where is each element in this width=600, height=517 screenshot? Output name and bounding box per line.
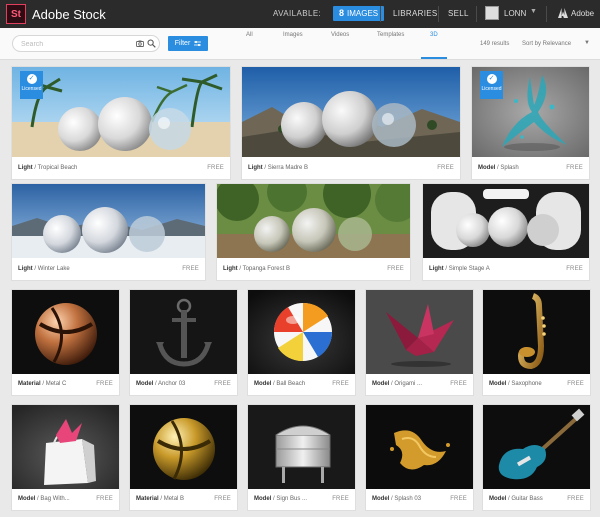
asset-thumbnail[interactable]	[12, 290, 119, 374]
asset-card-bag-with[interactable]: Model / Bag With... FREE	[12, 405, 119, 510]
available-label: AVAILABLE:	[273, 9, 322, 18]
asset-thumbnail[interactable]	[130, 290, 237, 374]
asset-caption: Light / Winter Lake FREE	[18, 266, 199, 272]
chevron-down-icon[interactable]: ▼	[530, 8, 537, 15]
sort-dropdown[interactable]: Sort by Relevance	[522, 41, 571, 47]
asset-thumbnail[interactable]	[248, 290, 355, 374]
asset-thumbnail[interactable]	[248, 405, 355, 489]
asset-thumbnail[interactable]	[483, 290, 590, 374]
tab-templates[interactable]: Templates	[377, 32, 404, 38]
asset-thumbnail[interactable]	[130, 405, 237, 489]
tab-images[interactable]: Images	[283, 32, 303, 38]
asset-caption: Material / Metal B FREE	[136, 496, 231, 502]
libraries-link[interactable]: LIBRARIES	[393, 9, 438, 18]
filter-button[interactable]: Filter	[168, 36, 208, 51]
search-input[interactable]	[21, 38, 131, 50]
brand-name[interactable]: Adobe Stock	[32, 7, 106, 22]
tab-videos[interactable]: Videos	[331, 32, 349, 38]
results-count: 149 results	[480, 41, 510, 47]
asset-caption: Model / Sign Bus ... FREE	[254, 496, 349, 502]
asset-caption: Model / Saxophone FREE	[489, 381, 584, 387]
asset-card-tropical-beach[interactable]: ✓ Licensed Light / Tropical Beach FREE	[12, 67, 230, 179]
asset-card-splash[interactable]: ✓ Licensed Model / Splash FREE	[472, 67, 589, 179]
tab-all[interactable]: All	[246, 32, 253, 38]
asset-card-simple-stage-a[interactable]: Light / Simple Stage A FREE	[423, 184, 589, 280]
nav-divider	[380, 6, 381, 22]
adobe-logo-icon[interactable]	[558, 8, 568, 18]
asset-thumbnail[interactable]	[423, 184, 589, 258]
asset-caption: Light / Tropical Beach FREE	[18, 165, 224, 171]
asset-caption: Model / Anchor 03 FREE	[136, 381, 231, 387]
filter-sliders-icon	[194, 40, 202, 47]
asset-thumbnail[interactable]	[12, 184, 205, 258]
asset-card-topanga-forest-b[interactable]: Light / Topanga Forest B FREE	[217, 184, 410, 280]
asset-caption: Model / Guitar Bass FREE	[489, 496, 584, 502]
asset-caption: Light / Sierra Madre B FREE	[248, 165, 454, 171]
search-box[interactable]	[12, 35, 160, 52]
asset-caption: Material / Metal C FREE	[18, 381, 113, 387]
adobe-link[interactable]: Adobe	[571, 9, 594, 18]
asset-card-metal-b[interactable]: Material / Metal B FREE	[130, 405, 237, 510]
asset-card-sign-bus[interactable]: Model / Sign Bus ... FREE	[248, 405, 355, 510]
asset-caption: Light / Simple Stage A FREE	[429, 266, 583, 272]
asset-thumbnail[interactable]	[12, 67, 230, 157]
avatar[interactable]	[485, 6, 499, 20]
asset-card-metal-c[interactable]: Material / Metal C FREE	[12, 290, 119, 395]
licensed-badge: ✓ Licensed	[20, 71, 43, 99]
checkmark-icon: ✓	[486, 74, 497, 84]
top-nav: St Adobe Stock AVAILABLE: 8 IMAGES LIBRAR…	[0, 0, 600, 28]
asset-thumbnail[interactable]	[12, 405, 119, 489]
asset-card-ball-beach[interactable]: Model / Ball Beach FREE	[248, 290, 355, 395]
asset-card-origami[interactable]: Model / Origami ... FREE	[366, 290, 473, 395]
asset-thumbnail[interactable]	[242, 67, 460, 157]
chevron-down-icon[interactable]: ▼	[584, 40, 590, 46]
camera-icon[interactable]	[136, 40, 144, 47]
asset-card-sierra-madre-b[interactable]: Light / Sierra Madre B FREE	[242, 67, 460, 179]
asset-card-anchor-03[interactable]: Model / Anchor 03 FREE	[130, 290, 237, 395]
nav-divider	[438, 6, 439, 22]
asset-thumbnail[interactable]	[366, 290, 473, 374]
asset-caption: Model / Ball Beach FREE	[254, 381, 349, 387]
licensed-badge: ✓ Licensed	[480, 71, 503, 99]
asset-caption: Model / Origami ... FREE	[372, 381, 467, 387]
adobe-stock-logo[interactable]: St	[6, 4, 26, 24]
asset-caption: Model / Bag With... FREE	[18, 496, 113, 502]
asset-caption: Model / Splash 03 FREE	[372, 496, 467, 502]
user-menu[interactable]: LONN	[504, 9, 526, 18]
active-tab-indicator	[421, 57, 447, 59]
asset-thumbnail[interactable]	[483, 405, 590, 489]
asset-card-splash-03[interactable]: Model / Splash 03 FREE	[366, 405, 473, 510]
asset-card-winter-lake[interactable]: Light / Winter Lake FREE	[12, 184, 205, 280]
asset-caption: Model / Splash FREE	[478, 165, 583, 171]
asset-card-guitar-bass[interactable]: Model / Guitar Bass FREE	[483, 405, 590, 510]
images-count-button[interactable]: 8 IMAGES	[333, 6, 385, 21]
tab-3d[interactable]: 3D	[430, 32, 438, 38]
search-icon[interactable]	[147, 39, 156, 48]
asset-thumbnail[interactable]	[217, 184, 410, 258]
checkmark-icon: ✓	[26, 74, 37, 84]
asset-caption: Light / Topanga Forest B FREE	[223, 266, 404, 272]
asset-card-saxophone[interactable]: Model / Saxophone FREE	[483, 290, 590, 395]
sell-link[interactable]: SELL	[448, 9, 469, 18]
search-toolbar: Filter All Images Videos Templates 3D 14…	[0, 28, 600, 60]
nav-divider	[476, 6, 477, 22]
nav-divider	[546, 6, 547, 22]
asset-thumbnail[interactable]	[366, 405, 473, 489]
